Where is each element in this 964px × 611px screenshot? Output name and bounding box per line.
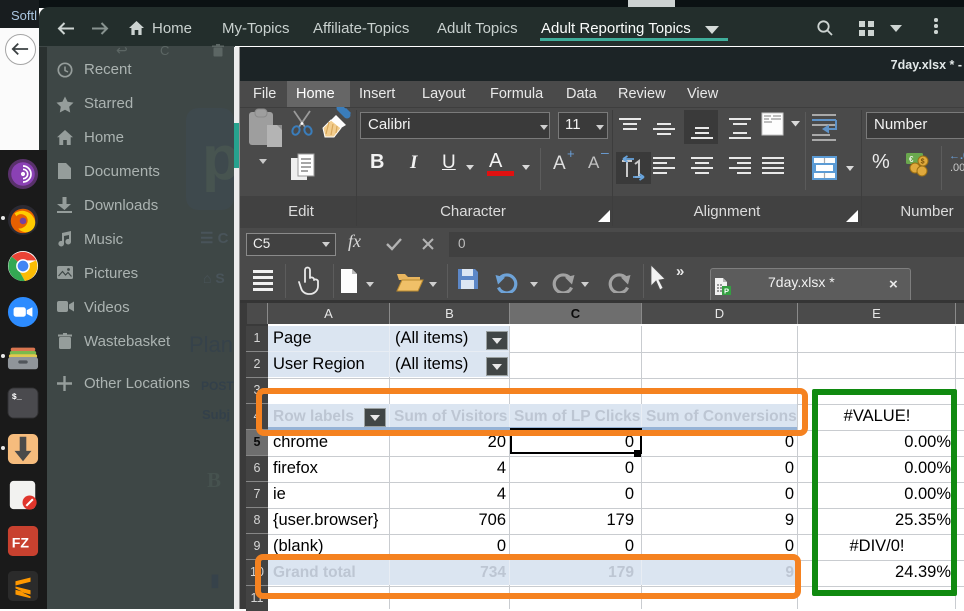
svg-text:P: P (724, 287, 729, 296)
svg-text:FZ: FZ (12, 535, 30, 551)
svg-text:$_: $_ (12, 392, 23, 402)
svg-text:$: $ (921, 159, 925, 166)
svg-text:€: € (909, 155, 914, 164)
